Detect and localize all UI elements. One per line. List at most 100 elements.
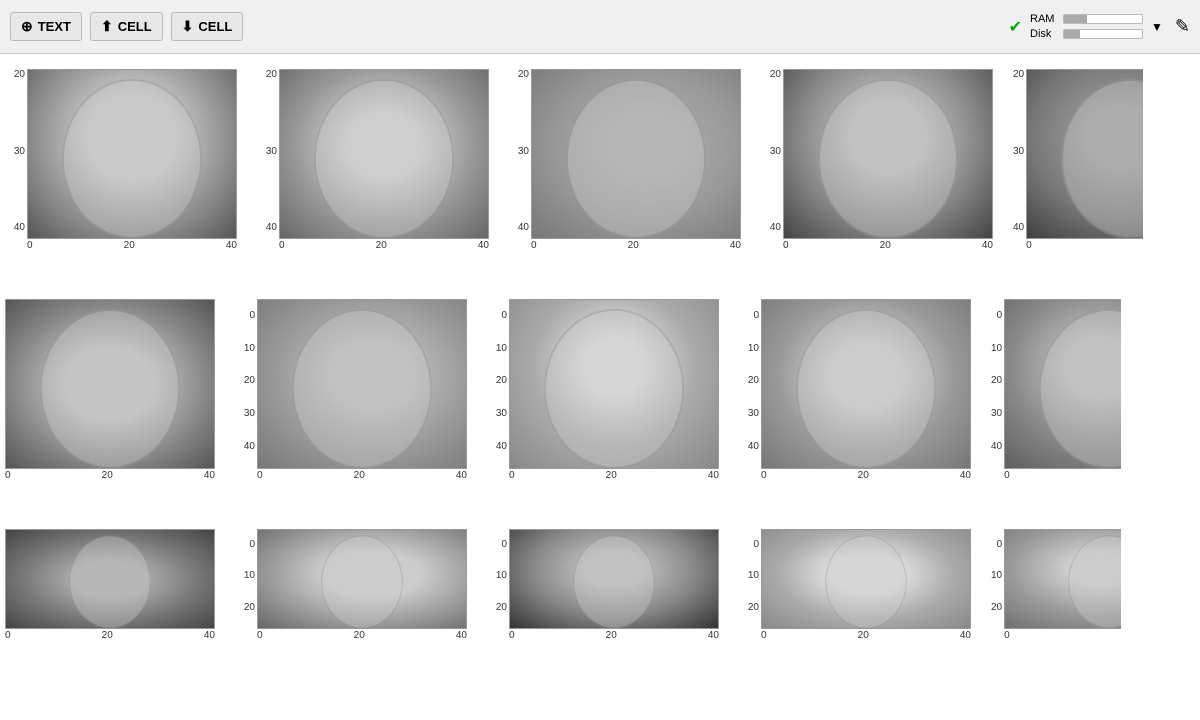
cell-inner-10: 0 20 [1004, 299, 1121, 481]
cell-12: 0 10 20 0 20 40 [235, 529, 467, 641]
ram-row: RAM [1030, 13, 1143, 25]
grid-row-3: 0 20 40 0 10 20 0 20 40 [0, 519, 1200, 651]
y-axis-14: 0 10 20 [739, 529, 761, 641]
cell-14: 0 10 20 0 20 40 [739, 529, 971, 641]
cell-8: 0 10 20 30 40 0 20 40 [487, 299, 719, 481]
disk-fill [1064, 30, 1080, 38]
cell-inner-6: 0 20 40 [5, 299, 215, 481]
y-axis-15: 0 10 20 [991, 529, 1004, 641]
face-image-7 [257, 299, 467, 469]
x-axis-10: 0 20 [1004, 469, 1121, 481]
cell-inner-13: 0 20 40 [509, 529, 719, 641]
y-axis-5: 20 30 40 [1013, 69, 1026, 251]
disk-progress [1063, 29, 1143, 39]
face-image-3 [531, 69, 741, 239]
y-axis-10: 0 10 20 30 40 [991, 299, 1004, 481]
disk-row: Disk [1030, 28, 1143, 40]
x-axis-12: 0 20 40 [257, 629, 467, 641]
face-image-11 [5, 529, 215, 629]
face-image-5 [1026, 69, 1143, 239]
x-axis-1: 0 20 40 [27, 239, 237, 251]
cell-inner-5: 0 20 [1026, 69, 1143, 251]
text-button[interactable]: ⊕ TEXT [10, 12, 82, 41]
cell-inner-3: 0 20 40 [531, 69, 741, 251]
cell-inner-4: 0 20 40 [783, 69, 993, 251]
cell-15: 0 10 20 0 20 [991, 529, 1121, 641]
cell-6: 0 20 40 [5, 299, 215, 481]
cell-inner-7: 0 20 40 [257, 299, 467, 481]
cell-inner-15: 0 20 [1004, 529, 1121, 641]
cell-inner-12: 0 20 40 [257, 529, 467, 641]
cell-inner-8: 0 20 40 [509, 299, 719, 481]
cell-down-label: CELL [198, 19, 232, 34]
y-axis-9: 0 10 20 30 40 [739, 299, 761, 481]
x-axis-14: 0 20 40 [761, 629, 971, 641]
x-axis-9: 0 20 40 [761, 469, 971, 481]
y-axis-2: 20 30 40 [257, 69, 279, 251]
disk-label: Disk [1030, 28, 1058, 40]
toolbar-right: ✔ RAM Disk ▼ ✎ [1009, 13, 1190, 40]
face-image-10 [1004, 299, 1121, 469]
face-image-4 [783, 69, 993, 239]
cell-up-button[interactable]: ⬆ CELL [90, 12, 163, 41]
grid-row-1: 20 30 40 0 20 40 20 30 40 [0, 59, 1200, 261]
x-axis-7: 0 20 40 [257, 469, 467, 481]
text-button-label: TEXT [38, 19, 71, 34]
x-axis-3: 0 20 40 [531, 239, 741, 251]
dropdown-arrow-icon[interactable]: ▼ [1151, 20, 1163, 34]
cell-2: 20 30 40 0 20 40 [257, 69, 489, 251]
cell-inner-14: 0 20 40 [761, 529, 971, 641]
cell-10: 0 10 20 30 40 0 20 [991, 299, 1121, 481]
x-axis-2: 0 20 40 [279, 239, 489, 251]
face-image-14 [761, 529, 971, 629]
ram-label: RAM [1030, 13, 1058, 25]
x-axis-11: 0 20 40 [5, 629, 215, 641]
cell-1: 20 30 40 0 20 40 [5, 69, 237, 251]
x-axis-4: 0 20 40 [783, 239, 993, 251]
y-axis-3: 20 30 40 [509, 69, 531, 251]
cell-3: 20 30 40 0 20 40 [509, 69, 741, 251]
ram-fill [1064, 15, 1087, 23]
face-image-9 [761, 299, 971, 469]
cell-down-button[interactable]: ⬇ CELL [171, 12, 244, 41]
cell-inner-9: 0 20 40 [761, 299, 971, 481]
ram-progress [1063, 14, 1143, 24]
y-axis-8: 0 10 20 30 40 [487, 299, 509, 481]
resource-bars: RAM Disk [1030, 13, 1143, 40]
y-axis-12: 0 10 20 [235, 529, 257, 641]
face-image-15 [1004, 529, 1121, 629]
x-axis-8: 0 20 40 [509, 469, 719, 481]
grid-row-2: 0 20 40 0 10 20 30 40 0 20 40 [0, 289, 1200, 491]
cell-5: 20 30 40 0 20 [1013, 69, 1143, 251]
status-check-icon: ✔ [1009, 17, 1022, 37]
toolbar: ⊕ TEXT ⬆ CELL ⬇ CELL ✔ RAM Disk ▼ ✎ [0, 0, 1200, 54]
y-axis-13: 0 10 20 [487, 529, 509, 641]
pencil-icon[interactable]: ✎ [1175, 16, 1190, 37]
cell-inner-1: 0 20 40 [27, 69, 237, 251]
face-image-13 [509, 529, 719, 629]
cell-7: 0 10 20 30 40 0 20 40 [235, 299, 467, 481]
face-image-2 [279, 69, 489, 239]
x-axis-6: 0 20 40 [5, 469, 215, 481]
cell-inner-11: 0 20 40 [5, 529, 215, 641]
y-axis-4: 20 30 40 [761, 69, 783, 251]
face-image-1 [27, 69, 237, 239]
face-image-8 [509, 299, 719, 469]
cell-up-label: CELL [118, 19, 152, 34]
cell-4: 20 30 40 0 20 40 [761, 69, 993, 251]
plus-icon: ⊕ [21, 18, 33, 35]
cell-9: 0 10 20 30 40 0 20 40 [739, 299, 971, 481]
x-axis-5: 0 20 [1026, 239, 1143, 251]
cell-13: 0 10 20 0 20 40 [487, 529, 719, 641]
face-image-6 [5, 299, 215, 469]
arrow-up-icon: ⬆ [101, 18, 113, 35]
face-image-12 [257, 529, 467, 629]
content-area: 20 30 40 0 20 40 20 30 40 [0, 54, 1200, 720]
y-axis-1: 20 30 40 [5, 69, 27, 251]
cell-11: 0 20 40 [5, 529, 215, 641]
x-axis-13: 0 20 40 [509, 629, 719, 641]
arrow-down-icon: ⬇ [182, 18, 194, 35]
cell-inner-2: 0 20 40 [279, 69, 489, 251]
y-axis-7: 0 10 20 30 40 [235, 299, 257, 481]
x-axis-15: 0 20 [1004, 629, 1121, 641]
